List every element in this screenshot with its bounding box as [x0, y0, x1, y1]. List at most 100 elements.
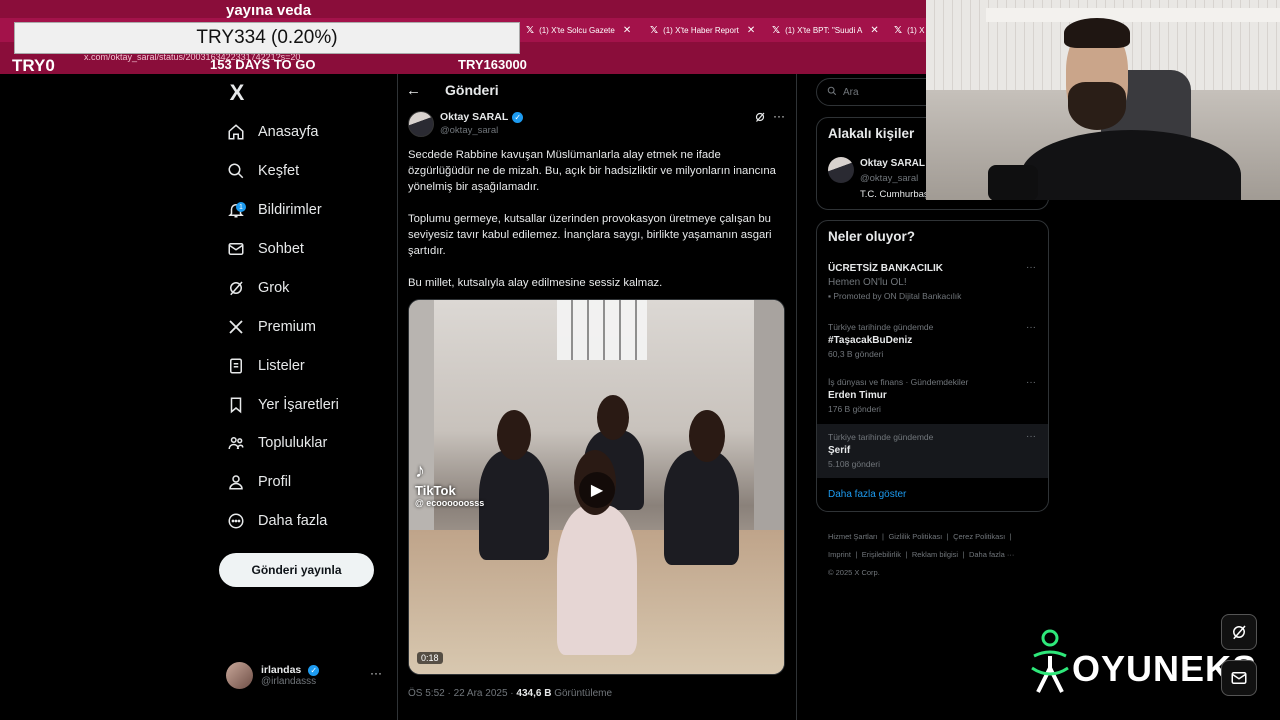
x-logo-icon[interactable]: X	[224, 80, 250, 106]
trend-count: 5.108 gönderi	[828, 459, 880, 469]
footer-link[interactable]: Reklam bilgisi	[912, 550, 958, 559]
page-title: Gönderi	[445, 82, 499, 98]
footer-link[interactable]: Çerez Politikası	[953, 532, 1005, 541]
trend-category: Türkiye tarihinde gündemde	[828, 322, 934, 332]
trend-promo: ▪ Promoted by ON Dijital Bankacılık	[828, 291, 962, 301]
tab-title: (1) X'te Solcu Gazete	[539, 25, 615, 35]
browser-tab[interactable]: 𝕏 (1) X'te BPT: "Suudi A ✕	[766, 20, 885, 40]
nav-label: Premium	[258, 319, 317, 335]
footer-link[interactable]: Daha fazla ···	[969, 550, 1014, 559]
nav-item-communities[interactable]: Topluluklar	[226, 428, 327, 458]
nav-item-premium[interactable]: Premium	[226, 312, 316, 342]
post-text-paragraph: Toplumu germeye, kutsallar üzerinden pro…	[408, 213, 772, 257]
footer-link[interactable]: Imprint	[828, 550, 851, 559]
grok-icon[interactable]	[1221, 614, 1257, 650]
trends-title: Neler oluyor?	[828, 229, 916, 244]
video-duration: 0:18	[417, 652, 443, 664]
nav-item-lists[interactable]: Listeler	[226, 351, 305, 381]
related-bio: T.C. Cumhurbaş	[860, 189, 929, 200]
messages-icon[interactable]	[1221, 660, 1257, 696]
video-figure	[497, 410, 531, 460]
grok-icon[interactable]	[754, 111, 766, 126]
show-more-link[interactable]: Daha fazla göster	[828, 489, 906, 500]
nav-item-profile[interactable]: Profil	[226, 467, 291, 497]
browser-tab[interactable]: 𝕏 (1) X'te Haber Report ✕	[644, 20, 761, 40]
overlay-try0: TRY0	[12, 56, 55, 75]
browser-tab[interactable]: 𝕏 (1) X	[888, 20, 930, 40]
related-handle[interactable]: @oktay_saral	[860, 173, 918, 184]
copyright: © 2025 X Corp.	[828, 568, 880, 577]
search-icon	[827, 86, 837, 99]
browser-tab[interactable]: 𝕏 (1) X'te Solcu Gazete ✕	[520, 20, 637, 40]
trend-more-icon[interactable]: ···	[1026, 262, 1036, 273]
webcam-scene	[986, 8, 1280, 22]
trend-name: Erden Timur	[828, 390, 887, 401]
related-avatar[interactable]	[828, 157, 854, 183]
nav-label: Sohbet	[258, 241, 304, 257]
nav-item-home[interactable]: Anasayfa	[226, 117, 318, 147]
nav-item-explore[interactable]: Keşfet	[226, 156, 299, 186]
tab-title: (1) X	[907, 25, 925, 35]
nav-label: Yer İşaretleri	[258, 397, 339, 413]
verified-icon: ✓	[512, 111, 524, 123]
nav-item-notifications[interactable]: 1 Bildirimler	[226, 195, 322, 225]
oyuneks-logo-icon	[1031, 629, 1069, 693]
tab-close-icon[interactable]: ✕	[747, 25, 755, 36]
nav-item-chat[interactable]: Sohbet	[226, 234, 304, 264]
play-icon[interactable]: ▶	[579, 472, 615, 508]
nav-item-grok[interactable]: Grok	[226, 273, 289, 303]
nav-label: Keşfet	[258, 163, 300, 179]
search-placeholder: Ara	[843, 86, 859, 98]
search-icon	[226, 161, 246, 181]
trend-more-icon[interactable]: ···	[1026, 431, 1036, 442]
account-more-icon[interactable]: ···	[370, 666, 382, 680]
post-views-label: Görüntüleme	[551, 688, 613, 699]
nav-label: Listeler	[258, 358, 305, 374]
tab-close-icon[interactable]: ✕	[623, 25, 631, 36]
grok-icon	[226, 278, 246, 298]
x-icon	[226, 317, 246, 337]
footer-link[interactable]: Hizmet Şartları	[828, 532, 878, 541]
profile-icon	[226, 472, 246, 492]
footer-link[interactable]: Erişilebilirlik	[862, 550, 901, 559]
nav-label: Profil	[258, 474, 292, 490]
trend-item[interactable]: İş dünyası ve finans · Gündemdekiler Erd…	[828, 377, 1028, 414]
trend-sub: Hemen ON'lu OL!	[828, 277, 907, 288]
tiktok-label: TikTok	[415, 483, 456, 498]
account-switcher[interactable]: irlandas ✓ @irlandasss	[226, 660, 386, 690]
trend-item[interactable]: ÜCRETSİZ BANKACILIK Hemen ON'lu OL! ▪ Pr…	[828, 263, 1038, 301]
footer-separator: |	[1009, 532, 1012, 541]
trend-promo-text: Promoted by ON Dijital Bankacılık	[833, 291, 962, 301]
author-name: Oktay SARAL	[440, 111, 509, 123]
footer-link[interactable]: Gizlilik Politikası	[888, 532, 942, 541]
webcam-overlay	[926, 0, 1280, 200]
author-avatar[interactable]	[408, 111, 434, 137]
trend-count: 60,3 B gönderi	[828, 349, 884, 359]
trend-more-icon[interactable]: ···	[1026, 377, 1036, 388]
x-tab-icon: 𝕏	[772, 24, 781, 36]
related-name[interactable]: Oktay SARAL	[860, 158, 925, 169]
author-name-row[interactable]: Oktay SARAL ✓	[440, 111, 524, 123]
tiktok-icon: ♪	[415, 460, 425, 482]
trend-more-icon[interactable]: ···	[1026, 322, 1036, 333]
nav-label: Topluluklar	[258, 435, 328, 451]
post-video[interactable]: ♪ TikTok @ ecoooooosss ▶ 0:18	[408, 299, 785, 675]
overlay-days: 153 DAYS TO GO	[210, 57, 316, 72]
nav-item-bookmarks[interactable]: Yer İşaretleri	[226, 390, 339, 420]
footer-separator: |	[882, 532, 884, 541]
trend-item[interactable]: Türkiye tarihinde gündemde #TaşacakBuDen…	[828, 322, 1028, 359]
footer-separator: |	[946, 532, 949, 541]
more-icon	[226, 511, 246, 531]
trend-name: Şerif	[828, 445, 851, 456]
tab-close-icon[interactable]: ✕	[870, 25, 878, 36]
trend-item[interactable]: Türkiye tarihinde gündemde Şerif 5.108 g…	[828, 432, 1028, 469]
post-more-icon[interactable]: ···	[773, 109, 785, 123]
back-arrow-icon[interactable]: ←	[406, 82, 421, 99]
home-icon	[226, 122, 246, 142]
author-handle[interactable]: @oktay_saral	[440, 125, 498, 136]
nav-item-more[interactable]: Daha fazla	[226, 506, 327, 536]
verified-icon: ✓	[308, 664, 320, 676]
post-views-count: 434,6 B	[516, 688, 552, 699]
post-button[interactable]: Gönderi yayınla	[219, 553, 374, 587]
trend-name: #TaşacakBuDeniz	[828, 335, 913, 346]
